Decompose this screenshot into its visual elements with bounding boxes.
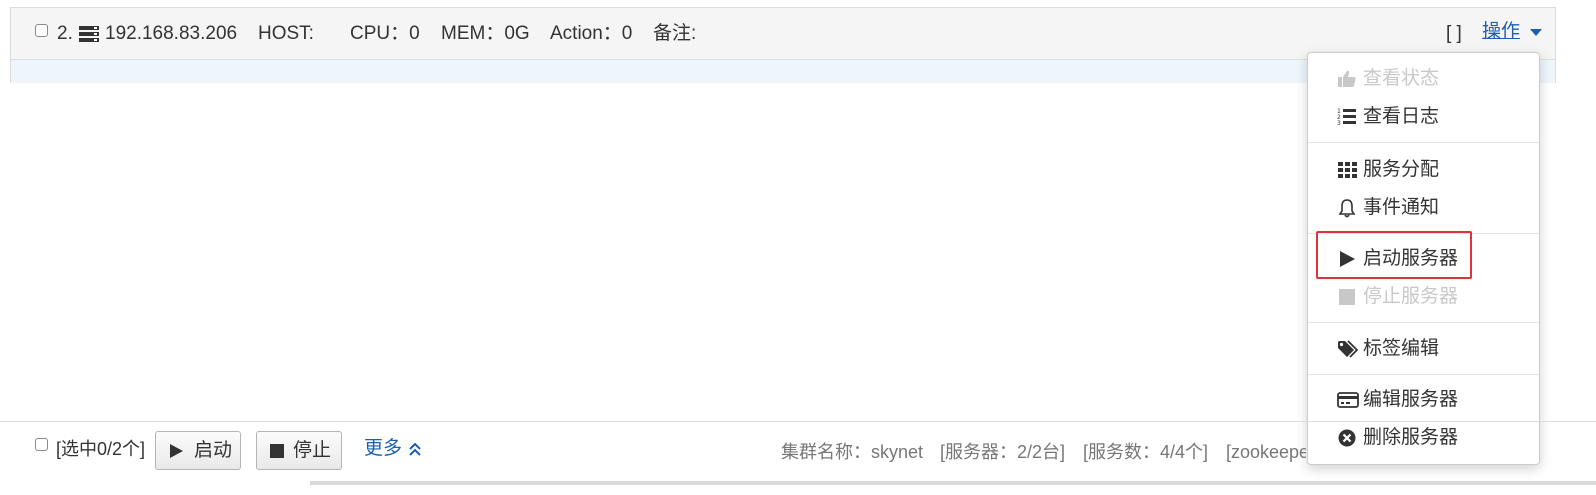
ordered-list-icon: 1 2 3 xyxy=(1337,107,1357,127)
tags-icon xyxy=(1337,339,1359,359)
menu-item-delete-server[interactable]: 删除服务器 xyxy=(1308,423,1539,453)
double-chevron-up-icon[interactable] xyxy=(407,441,423,457)
service-count: [服务数：4/4个] xyxy=(1083,442,1209,462)
credit-card-icon xyxy=(1337,390,1359,410)
server-ip: 192.168.83.206 xyxy=(105,23,238,44)
menu-item-edit-server[interactable]: 编辑服务器 xyxy=(1308,385,1539,415)
svg-text:3: 3 xyxy=(1337,120,1341,127)
server-count: [服务器：2/2台] xyxy=(940,442,1066,462)
server-index: 2. xyxy=(57,23,73,44)
page: 2. 192.168.83.206 HOST: CPU：0 MEM：0G Act… xyxy=(0,0,1596,495)
caret-down-icon[interactable] xyxy=(1530,29,1542,36)
mem-label: MEM：0G xyxy=(441,23,530,44)
action-label: Action：0 xyxy=(550,23,633,44)
remove-circle-icon xyxy=(1337,428,1357,448)
menu-item-view-status[interactable]: 查看状态 xyxy=(1308,64,1539,94)
grid-icon xyxy=(1337,160,1357,180)
ops-dropdown-toggle[interactable]: 操作 xyxy=(1482,20,1520,44)
menu-item-stop-server[interactable]: 停止服务器 xyxy=(1308,282,1539,312)
menu-item-view-log[interactable]: 1 2 3 查看日志 xyxy=(1308,102,1539,132)
start-button[interactable]: 启动 xyxy=(155,431,241,470)
menu-divider xyxy=(1308,322,1539,323)
highlight-box xyxy=(1316,231,1472,279)
host-label: HOST: xyxy=(258,23,314,44)
stop-icon xyxy=(1337,287,1357,307)
more-link[interactable]: 更多 xyxy=(364,437,402,461)
menu-item-service-assign[interactable]: 服务分配 xyxy=(1308,155,1539,185)
remark-label: 备注: xyxy=(653,23,697,44)
cluster-name: 集群名称：skynet xyxy=(781,442,924,462)
zookeeper-status: [zookeepe xyxy=(1226,442,1306,462)
play-icon xyxy=(170,444,183,458)
select-count: [选中0/2个] xyxy=(56,439,146,459)
server-select-checkbox[interactable] xyxy=(35,24,48,37)
thumbs-up-icon xyxy=(1337,69,1357,89)
menu-divider xyxy=(1308,142,1539,143)
stop-button[interactable]: 停止 xyxy=(256,431,342,470)
tags-bracket: [ ] xyxy=(1446,23,1462,44)
menu-item-event-notify[interactable]: 事件通知 xyxy=(1308,193,1539,223)
horizontal-scrollbar[interactable] xyxy=(310,481,1596,485)
menu-divider xyxy=(1308,374,1539,375)
menu-item-edit-tags[interactable]: 标签编辑 xyxy=(1308,334,1539,364)
cpu-label: CPU：0 xyxy=(350,23,420,44)
select-all-checkbox[interactable] xyxy=(35,438,48,451)
footer-divider xyxy=(0,421,1596,422)
server-icon xyxy=(79,26,99,42)
stop-icon xyxy=(270,444,284,458)
bell-icon xyxy=(1337,198,1357,218)
